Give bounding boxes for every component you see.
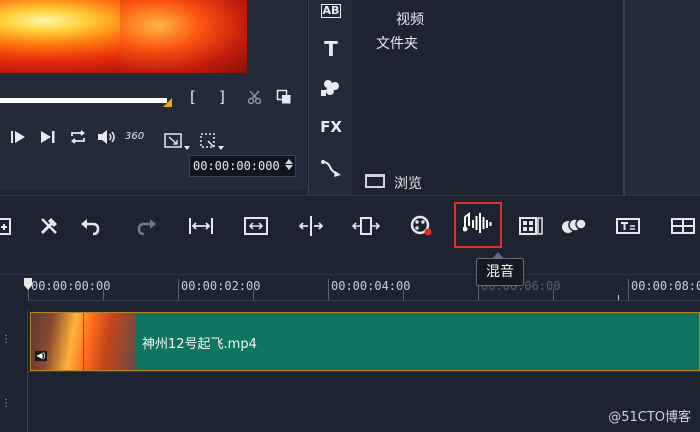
library-content-area <box>625 0 700 195</box>
preview-panel: [ ] 360 00:00:00:000 <box>0 0 307 190</box>
timecode-input[interactable]: 00:00:00:000 <box>189 155 296 177</box>
repeat-icon[interactable] <box>69 129 87 149</box>
sound-mixer-button[interactable] <box>454 202 502 248</box>
ruler-tick <box>328 279 329 301</box>
title-icon[interactable] <box>613 212 643 240</box>
crop-icon[interactable] <box>200 133 226 155</box>
graphics-category-icon[interactable] <box>309 78 353 102</box>
clip-name: 神州12号起飞.mp4 <box>142 337 257 352</box>
360-icon[interactable]: 360 <box>125 128 144 146</box>
track-handle-2[interactable]: ⋮ <box>1 399 11 409</box>
ruler-label: 00:00:04:00 <box>331 279 411 293</box>
undo-icon[interactable] <box>76 212 106 240</box>
fit-icon[interactable] <box>186 212 216 240</box>
grid-icon[interactable] <box>668 212 698 240</box>
timeline-ruler[interactable]: 00:00:00:00 00:00:02:00 00:00:04:00 00:0… <box>0 274 700 310</box>
library-item-folder[interactable]: 文件夹 <box>376 33 418 53</box>
fx-category-icon[interactable]: FX <box>309 118 353 136</box>
library-category-bar: AB T FX <box>308 0 352 195</box>
cut-icon[interactable] <box>247 89 263 109</box>
thumbnail-frame-divider <box>83 313 84 370</box>
ruler-label: 00:00:02:00 <box>181 279 261 293</box>
ruler-baseline <box>28 300 700 301</box>
video-clip[interactable]: ◀) 神州12号起飞.mp4 <box>30 312 700 371</box>
next-frame-icon[interactable] <box>40 129 56 149</box>
title-category-icon[interactable]: T <box>309 37 353 61</box>
video-editor: [ ] 360 00:00:00:000 AB T FX 视频 文件夹 浏览 0… <box>0 0 700 432</box>
library-item-video[interactable]: 视频 <box>396 9 424 29</box>
watermark: @51CTO博客 <box>608 410 691 425</box>
timecode-value: 00:00:00:000 <box>193 159 280 173</box>
browse-icon <box>365 174 385 188</box>
record-icon[interactable] <box>406 212 436 240</box>
overlay-icon[interactable] <box>559 212 589 240</box>
play-icon[interactable] <box>10 129 26 149</box>
timecode-stepper[interactable] <box>284 158 293 174</box>
library-folder-list: 视频 文件夹 <box>352 0 624 195</box>
transition-category-icon[interactable]: AB <box>309 0 353 18</box>
path-category-icon[interactable] <box>309 158 353 182</box>
timeline-toolbar <box>0 195 700 255</box>
aspect-icon[interactable] <box>164 133 190 155</box>
resize-icon[interactable] <box>241 212 271 240</box>
clip-thumbnail: ◀) <box>31 313 135 370</box>
overlay-track[interactable] <box>28 372 700 432</box>
track-header-column: ⋮ ⋮ <box>0 310 28 432</box>
mixer-icon <box>462 211 493 239</box>
split-icon[interactable] <box>296 212 326 240</box>
browse-label: 浏览 <box>394 176 422 192</box>
ruler-tick <box>178 279 179 301</box>
tools-icon[interactable] <box>34 212 64 240</box>
preview-video-frame <box>0 0 247 73</box>
mark-out-button[interactable]: ] <box>219 88 225 106</box>
preview-scrub-bar[interactable] <box>0 98 167 103</box>
redo-icon[interactable] <box>131 212 161 240</box>
trim-icon[interactable] <box>351 212 381 240</box>
scrub-marker[interactable] <box>163 98 172 107</box>
copy-icon[interactable] <box>276 89 292 109</box>
clip-audio-icon: ◀) <box>35 351 47 361</box>
snapshot-icon[interactable] <box>0 212 20 240</box>
film-icon[interactable] <box>516 212 546 240</box>
ruler-label: 00:00:08:00 <box>631 279 700 293</box>
mixer-tooltip: 混音 <box>476 252 524 286</box>
track-handle-1[interactable]: ⋮ <box>1 335 11 345</box>
mark-in-button[interactable]: [ <box>190 88 196 106</box>
ruler-label: 00:00:00:00 <box>31 279 111 293</box>
volume-icon[interactable] <box>97 129 117 149</box>
ruler-tick <box>628 279 629 301</box>
